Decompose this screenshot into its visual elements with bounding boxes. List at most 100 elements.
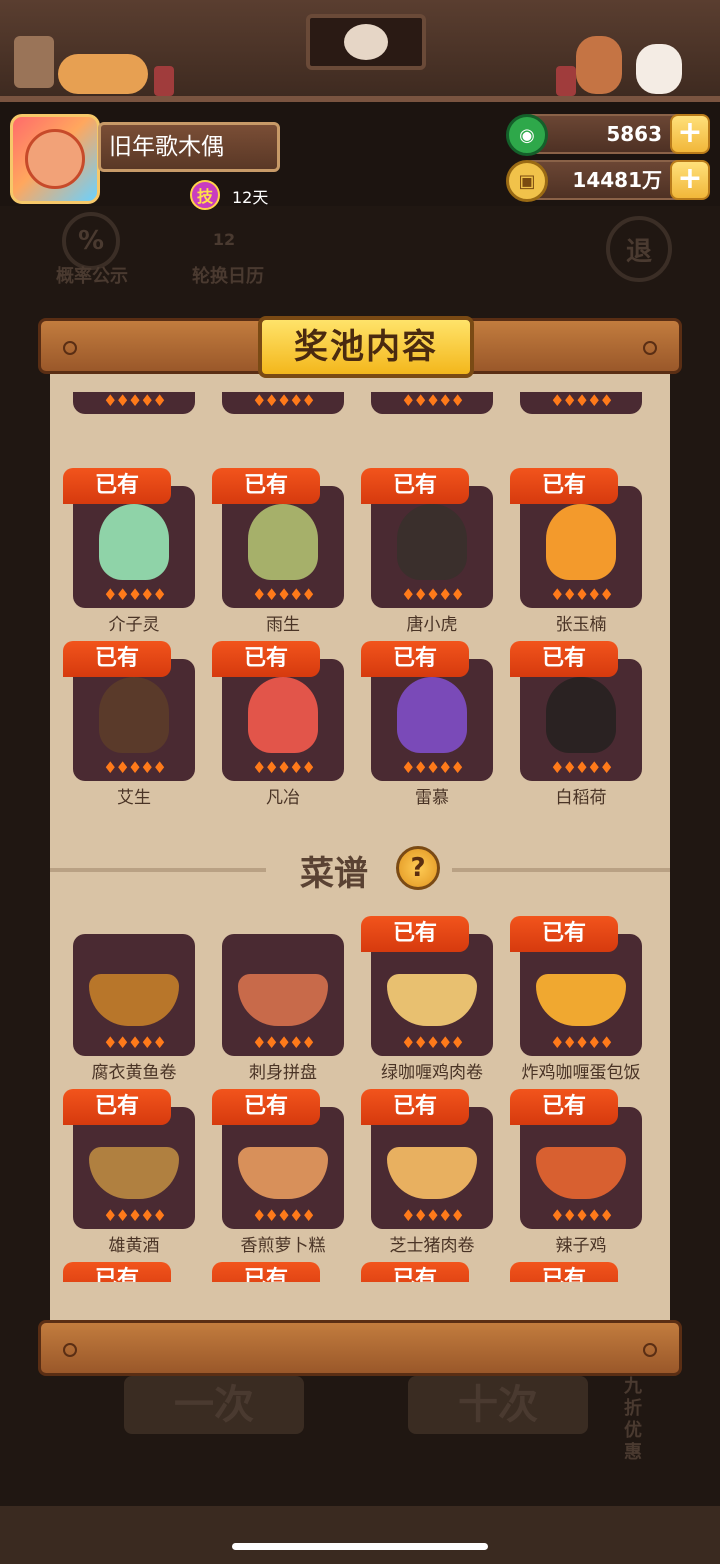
rarity-flames-icon: ♦♦♦♦♦ xyxy=(401,1033,465,1052)
recipe-name: 炸鸡咖喱蛋包饭 xyxy=(521,1063,641,1083)
rarity-flames-icon: ♦♦♦♦♦ xyxy=(103,392,167,410)
recipe-image xyxy=(536,974,626,1026)
character-portrait[interactable]: ♦♦♦♦♦ xyxy=(73,392,195,414)
character-portrait[interactable]: ♦♦♦♦♦ xyxy=(73,486,195,608)
rarity-flames-icon: ♦♦♦♦♦ xyxy=(550,392,614,410)
character-portrait[interactable]: ♦♦♦♦♦ xyxy=(222,486,344,608)
character-portrait[interactable]: ♦♦♦♦♦ xyxy=(222,392,344,414)
rarity-flames-icon: ♦♦♦♦♦ xyxy=(550,1206,614,1225)
character-portrait[interactable]: ♦♦♦♦♦ xyxy=(371,659,493,781)
recipe-section-header: 菜谱? xyxy=(50,844,670,894)
rarity-flames-icon: ♦♦♦♦♦ xyxy=(550,585,614,604)
recipe-image xyxy=(89,974,179,1026)
add-gold-button[interactable]: + xyxy=(670,160,710,200)
rarity-flames-icon: ♦♦♦♦♦ xyxy=(252,585,316,604)
hanging-sign xyxy=(306,14,426,70)
character-portrait[interactable]: ♦♦♦♦♦ xyxy=(371,486,493,608)
scroll-bottom-roll[interactable] xyxy=(38,1320,682,1376)
exit-button: 退 xyxy=(606,216,672,282)
character-portrait[interactable]: ♦♦♦♦♦ xyxy=(520,659,642,781)
owned-badge: 已有 xyxy=(212,468,320,504)
rarity-flames-icon: ♦♦♦♦♦ xyxy=(401,758,465,777)
recipe-name: 香煎萝卜糕 xyxy=(240,1236,326,1256)
character-portrait[interactable]: ♦♦♦♦♦ xyxy=(520,486,642,608)
recipe-image xyxy=(387,974,477,1026)
draw-ten-button: 十次 xyxy=(408,1376,588,1434)
recipe-portrait[interactable]: ♦♦♦♦♦ xyxy=(73,934,195,1056)
recipe-image xyxy=(536,1147,626,1199)
jade-currency: ◉ 5863 + xyxy=(506,114,710,156)
jade-coin-icon: ◉ xyxy=(506,114,548,156)
chef-mascot-icon xyxy=(576,36,622,94)
rarity-flames-icon: ♦♦♦♦♦ xyxy=(401,585,465,604)
prize-list[interactable]: ♦♦♦♦♦郭福♦♦♦♦♦屈媛♦♦♦♦♦马格丽♦♦♦♦♦秦郎♦♦♦♦♦已有介子灵♦… xyxy=(50,392,670,1282)
character-name: 张玉楠 xyxy=(555,615,607,635)
recipe-section-title: 菜谱 xyxy=(300,854,368,894)
rarity-flames-icon: ♦♦♦♦♦ xyxy=(103,758,167,777)
owned-badge: 已有 xyxy=(361,468,469,504)
recipe-portrait[interactable]: ♦♦♦♦♦ xyxy=(222,1107,344,1229)
character-portrait[interactable]: ♦♦♦♦♦ xyxy=(520,392,642,414)
paw-frame-icon xyxy=(14,36,54,88)
recipe-name: 雄黄酒 xyxy=(108,1236,160,1256)
owned-badge: 已有 xyxy=(510,1089,618,1125)
owned-badge: 已有 xyxy=(510,641,618,677)
help-icon[interactable]: ? xyxy=(396,846,440,890)
owned-badge: 已有 xyxy=(63,468,171,504)
character-name: 白稻荷 xyxy=(555,788,607,808)
recipe-portrait[interactable]: ♦♦♦♦♦ xyxy=(371,934,493,1056)
owned-badge: 已有 xyxy=(212,641,320,677)
rarity-flames-icon: ♦♦♦♦♦ xyxy=(550,1033,614,1052)
character-image xyxy=(248,677,318,753)
add-jade-button[interactable]: + xyxy=(670,114,710,154)
recipe-portrait[interactable]: ♦♦♦♦♦ xyxy=(520,934,642,1056)
recipe-name: 芝士猪肉卷 xyxy=(389,1236,475,1256)
recipe-portrait[interactable]: ♦♦♦♦♦ xyxy=(371,1107,493,1229)
owned-badge: 已有 xyxy=(361,916,469,952)
character-image xyxy=(397,677,467,753)
character-image xyxy=(99,677,169,753)
character-name: 唐小虎 xyxy=(406,615,458,635)
cat-mascot-icon xyxy=(636,44,682,94)
owned-badge: 已有 xyxy=(361,1262,469,1282)
owned-badge: 已有 xyxy=(361,641,469,677)
calendar-icon: 12 xyxy=(212,230,236,249)
rarity-flames-icon: ♦♦♦♦♦ xyxy=(401,392,465,410)
character-image xyxy=(546,504,616,580)
character-name: 介子灵 xyxy=(108,615,160,635)
character-portrait[interactable]: ♦♦♦♦♦ xyxy=(222,659,344,781)
gold-coin-icon: ▣ xyxy=(506,160,548,202)
recipe-name: 绿咖喱鸡肉卷 xyxy=(381,1063,483,1083)
rarity-flames-icon: ♦♦♦♦♦ xyxy=(252,392,316,410)
character-name: 凡冶 xyxy=(266,788,300,808)
avatar-face-icon xyxy=(25,129,85,189)
divider-line xyxy=(50,868,266,872)
jar-icon xyxy=(154,66,174,96)
character-portrait[interactable]: ♦♦♦♦♦ xyxy=(73,659,195,781)
recipe-portrait[interactable]: ♦♦♦♦♦ xyxy=(73,1107,195,1229)
owned-badge: 已有 xyxy=(212,1089,320,1125)
character-name: 艾生 xyxy=(117,788,151,808)
home-indicator[interactable] xyxy=(232,1543,488,1550)
character-image xyxy=(248,504,318,580)
recipe-portrait[interactable]: ♦♦♦♦♦ xyxy=(222,934,344,1056)
owned-badge: 已有 xyxy=(63,1262,171,1282)
gold-currency: ▣ 14481万 + xyxy=(506,160,710,202)
bottom-bar xyxy=(0,1506,720,1564)
skill-badge-icon[interactable]: 技 xyxy=(190,180,220,210)
owned-badge: 已有 xyxy=(510,468,618,504)
rarity-flames-icon: ♦♦♦♦♦ xyxy=(103,585,167,604)
draw-one-button: 一次 xyxy=(124,1376,304,1434)
shelf-divider xyxy=(0,96,720,102)
character-image xyxy=(99,504,169,580)
cat-mascot-icon xyxy=(58,54,148,94)
rarity-flames-icon: ♦♦♦♦♦ xyxy=(401,1206,465,1225)
recipe-name: 辣子鸡 xyxy=(555,1236,607,1256)
owned-badge: 已有 xyxy=(63,1089,171,1125)
divider-line xyxy=(452,868,670,872)
recipe-image xyxy=(238,1147,328,1199)
player-avatar[interactable] xyxy=(10,114,100,204)
jar-icon xyxy=(556,66,576,96)
character-portrait[interactable]: ♦♦♦♦♦ xyxy=(371,392,493,414)
recipe-portrait[interactable]: ♦♦♦♦♦ xyxy=(520,1107,642,1229)
